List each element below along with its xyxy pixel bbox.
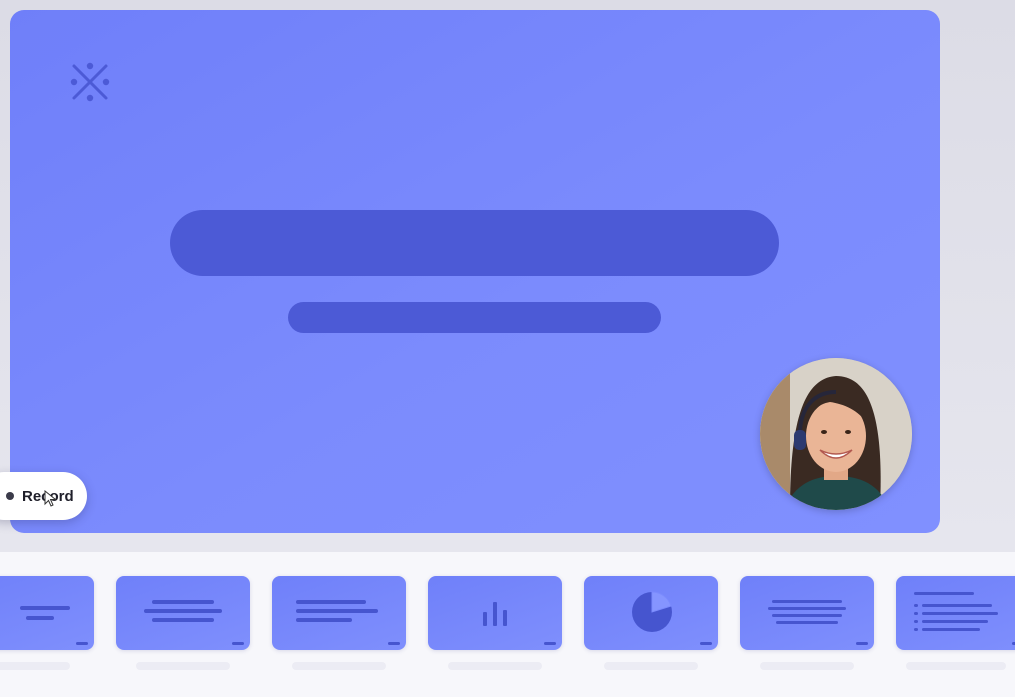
slide-thumbnail-caption — [136, 662, 230, 670]
slide-thumbnail-2[interactable] — [116, 576, 250, 650]
slide-thumbnail-caption — [292, 662, 386, 670]
slide-title-placeholder — [170, 210, 779, 276]
slide-thumbnail-caption — [448, 662, 542, 670]
slide-thumbnail-6[interactable] — [740, 576, 874, 650]
mouse-pointer-icon — [44, 490, 57, 507]
slide-thumbnail-4[interactable] — [428, 576, 562, 650]
pie-chart-icon — [632, 591, 672, 632]
slide-thumbnail-caption — [604, 662, 698, 670]
slide-thumbnail-3[interactable] — [272, 576, 406, 650]
sparkle-x-logo-icon — [70, 62, 110, 102]
slide-thumbnail-5[interactable] — [584, 576, 718, 650]
bar-chart-icon — [483, 602, 507, 626]
slide-subtitle-placeholder — [288, 302, 661, 333]
record-dot-icon — [6, 492, 14, 500]
webcam-bubble[interactable] — [760, 358, 912, 510]
slide-thumbnail-7[interactable] — [896, 576, 1015, 650]
presenter-avatar — [760, 358, 912, 510]
slide-thumbnail-caption — [906, 662, 1006, 670]
slide-thumbnail-caption — [0, 662, 70, 670]
slide-thumbnail-caption — [760, 662, 854, 670]
slide-thumbnail-1[interactable] — [0, 576, 94, 650]
